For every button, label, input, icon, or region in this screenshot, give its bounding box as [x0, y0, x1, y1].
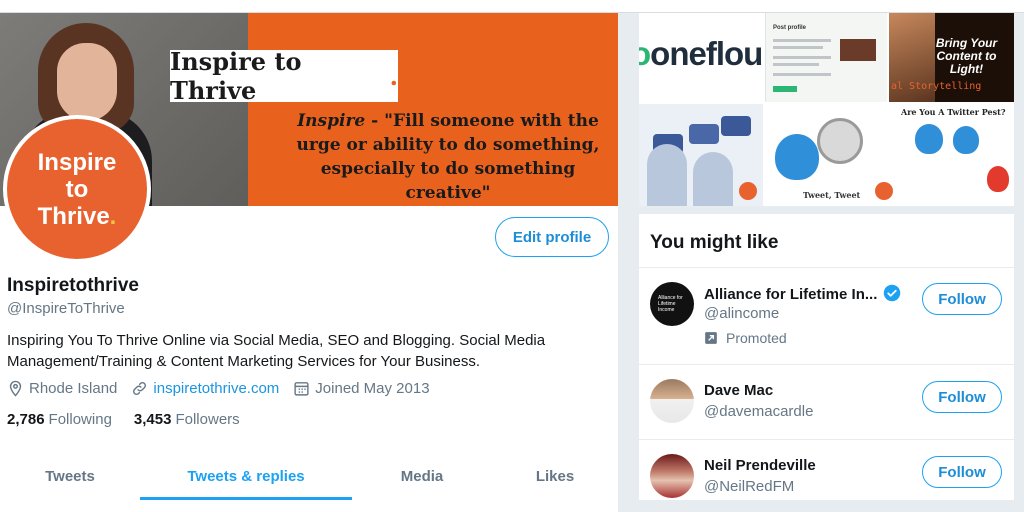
following-stat[interactable]: 2,786 Following: [7, 411, 112, 428]
tab-tweets[interactable]: Tweets: [0, 453, 140, 500]
gallery-image-4[interactable]: [639, 104, 763, 206]
storytelling-text: al Storytelling: [891, 81, 982, 92]
verified-badge-icon: [884, 284, 901, 302]
tab-media[interactable]: Media: [352, 453, 492, 500]
profile-column: Inspire to Thrive. Inspire - "Fill someo…: [0, 13, 618, 500]
avatar-line-3: Thrive.: [37, 202, 117, 230]
follow-button[interactable]: Follow: [922, 381, 1002, 413]
link-icon: [133, 382, 147, 395]
follow-button[interactable]: Follow: [922, 456, 1002, 488]
you-might-like-title: You might like: [650, 232, 779, 253]
location-pin-icon: [9, 380, 22, 397]
banner-quote: Inspire - "Fill someone with the urge or…: [296, 111, 600, 203]
website-link[interactable]: inspiretothrive.com: [153, 380, 279, 397]
oneflou-logo: ooneflou: [639, 35, 763, 72]
suggestion-name[interactable]: Neil Prendeville: [704, 457, 816, 474]
photo-gallery: ooneflou Post profile Bring Your Content…: [639, 13, 1014, 206]
joined-item: Joined May 2013: [293, 380, 430, 397]
calendar-icon: [294, 382, 309, 396]
location-item: Rhode Island: [7, 380, 117, 397]
avatar-line-1: Inspire: [37, 148, 117, 176]
edit-profile-button[interactable]: Edit profile: [495, 217, 609, 257]
gallery-image-2[interactable]: Post profile: [765, 13, 887, 102]
bring-content-text: Bring Your Content to Light!: [935, 36, 998, 76]
profile-handle: @InspireToThrive: [7, 300, 125, 317]
follow-button[interactable]: Follow: [922, 283, 1002, 315]
gallery-image-1[interactable]: ooneflou: [639, 13, 763, 102]
website-item[interactable]: inspiretothrive.com: [131, 380, 279, 397]
location-text: Rhode Island: [29, 380, 118, 397]
profile-name: Inspiretothrive: [7, 275, 139, 296]
profile-meta: Rhode Island inspiretothrive.com Joined …: [7, 380, 444, 397]
suggestion-item[interactable]: Dave Mac @davemacardle Follow: [639, 365, 1014, 439]
promoted-label: Promoted: [704, 330, 787, 346]
you-might-like-panel: You might like Alliance for Lifetime Inc…: [639, 214, 1014, 500]
post-profile-text: Post profile: [773, 25, 807, 31]
twitter-pest-text: Are You A Twitter Pest?: [901, 107, 1006, 117]
suggestion-name[interactable]: Dave Mac: [704, 382, 773, 399]
tweet-tweet-text: Tweet, Tweet: [803, 190, 861, 200]
suggestion-item[interactable]: Neil Prendeville @NeilRedFM Follow: [639, 440, 1014, 500]
gallery-image-5[interactable]: Tweet, Tweet Are You A Twitter Pest?: [765, 104, 1014, 206]
suggestion-item[interactable]: Alliance for Lifetime Income Alliance fo…: [639, 268, 1014, 364]
followers-stat[interactable]: 3,453 Followers: [134, 411, 240, 428]
suggestion-handle: @NeilRedFM: [704, 478, 795, 495]
profile-bio: Inspiring You To Thrive Online via Socia…: [7, 332, 546, 370]
avatar: [650, 379, 694, 423]
follow-stats: 2,786 Following 3,453 Followers: [7, 411, 262, 428]
profile-avatar[interactable]: Inspire to Thrive.: [3, 115, 151, 263]
suggestion-name[interactable]: Alliance for Lifetime In...: [704, 284, 901, 303]
promoted-arrow-icon: [705, 332, 717, 344]
avatar: [650, 454, 694, 498]
profile-tabs: Tweets Tweets & replies Media Likes: [0, 453, 618, 500]
avatar: Alliance for Lifetime Income: [650, 282, 694, 326]
suggestion-handle: @davemacardle: [704, 403, 814, 420]
gallery-image-3[interactable]: Bring Your Content to Light! al Storytel…: [889, 13, 1014, 102]
banner-title: Inspire to Thrive.: [170, 47, 398, 105]
joined-text: Joined May 2013: [315, 380, 430, 397]
avatar-line-2: to: [65, 175, 89, 203]
suggestion-handle: @alincome: [704, 305, 780, 322]
tab-likes[interactable]: Likes: [492, 453, 618, 500]
tab-tweets-and-replies[interactable]: Tweets & replies: [140, 453, 352, 500]
